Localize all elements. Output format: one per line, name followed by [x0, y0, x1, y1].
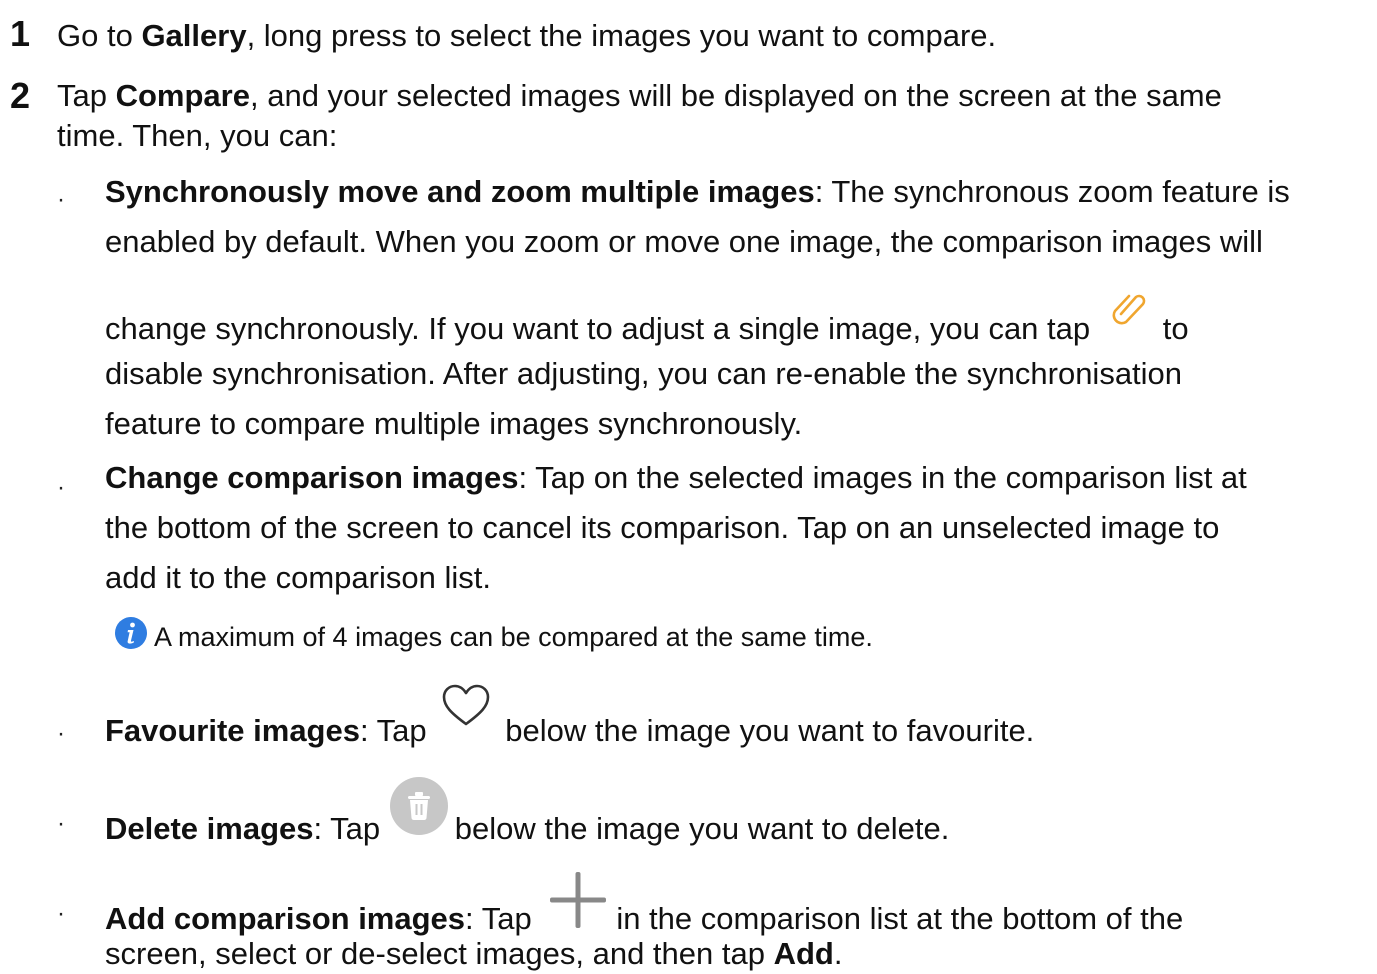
change-title: Change comparison images: [105, 460, 519, 495]
add-line2: screen, select or de-select images, and …: [105, 934, 842, 974]
sync-line3: change synchronously. If you want to adj…: [105, 294, 1189, 358]
step-1-text: Go to Gallery, long press to select the …: [57, 16, 996, 56]
bullet-dot: ·: [57, 900, 65, 927]
bullet-dot: ·: [57, 720, 65, 747]
sync-line2: enabled by default. When you zoom or mov…: [105, 224, 1263, 259]
step-number-1: 1: [10, 13, 31, 54]
sync-line1: Synchronously move and zoom multiple ima…: [105, 172, 1290, 212]
change-line2: the bottom of the screen to cancel its c…: [105, 510, 1220, 545]
favourite-post: below the image you want to favourite.: [505, 713, 1035, 749]
sync-line4: disable synchronisation. After adjusting…: [105, 356, 1183, 391]
delete-pre: : Tap: [313, 811, 381, 847]
step-2-post: , and your selected images will be displ…: [249, 78, 1222, 113]
add-post: in the comparison list at the bottom of …: [616, 901, 1184, 937]
step-2-compare: Compare: [115, 78, 250, 113]
sync-line3-pre: change synchronously. If you want to adj…: [105, 311, 1091, 347]
sync-line1-rest: : The synchronous zoom feature is: [814, 174, 1290, 209]
sync-line3-post: to: [1162, 311, 1189, 347]
favourite-line: Favourite images: Tap below the image yo…: [105, 684, 1035, 760]
bullet-dot: ·: [57, 186, 65, 213]
link-icon: [1105, 284, 1149, 338]
delete-title: Delete images: [105, 811, 314, 847]
sync-title: Synchronously move and zoom multiple ima…: [105, 174, 815, 209]
change-line3: add it to the comparison list.: [105, 560, 491, 595]
step-1-gallery: Gallery: [141, 18, 247, 53]
step-2-pre: Tap: [57, 78, 116, 113]
add-line2-post: .: [833, 936, 843, 971]
add-line2-pre: screen, select or de-select images, and …: [105, 936, 774, 971]
note: A maximum of 4 images can be compared at…: [114, 616, 873, 660]
step-2-text-line1: Tap Compare, and your selected images wi…: [57, 76, 1222, 116]
favourite-pre: : Tap: [359, 713, 427, 749]
bullet-dot: ·: [57, 810, 65, 837]
favourite-title: Favourite images: [105, 713, 360, 749]
add-button-label: Add: [773, 936, 834, 971]
step-1-post: , long press to select the images you wa…: [246, 18, 997, 53]
step-number-2: 2: [10, 75, 31, 116]
delete-post: below the image you want to delete.: [454, 811, 950, 847]
change-line1: Change comparison images: Tap on the sel…: [105, 458, 1247, 498]
change-line1-rest: : Tap on the selected images in the comp…: [518, 460, 1247, 495]
step-2-text-line2: time. Then, you can:: [57, 118, 338, 153]
sync-line5: feature to compare multiple images synch…: [105, 406, 803, 441]
add-title: Add comparison images: [105, 901, 466, 937]
info-icon: [114, 616, 148, 658]
delete-line: Delete images: Tap below the image you w…: [105, 777, 950, 866]
heart-icon: [441, 684, 491, 738]
plus-icon: [548, 870, 608, 940]
add-pre: : Tap: [465, 901, 532, 937]
bullet-dot: ·: [57, 474, 65, 501]
step-1-pre: Go to: [57, 18, 142, 53]
note-text: A maximum of 4 images can be compared at…: [154, 622, 873, 653]
trash-icon: [389, 776, 449, 846]
